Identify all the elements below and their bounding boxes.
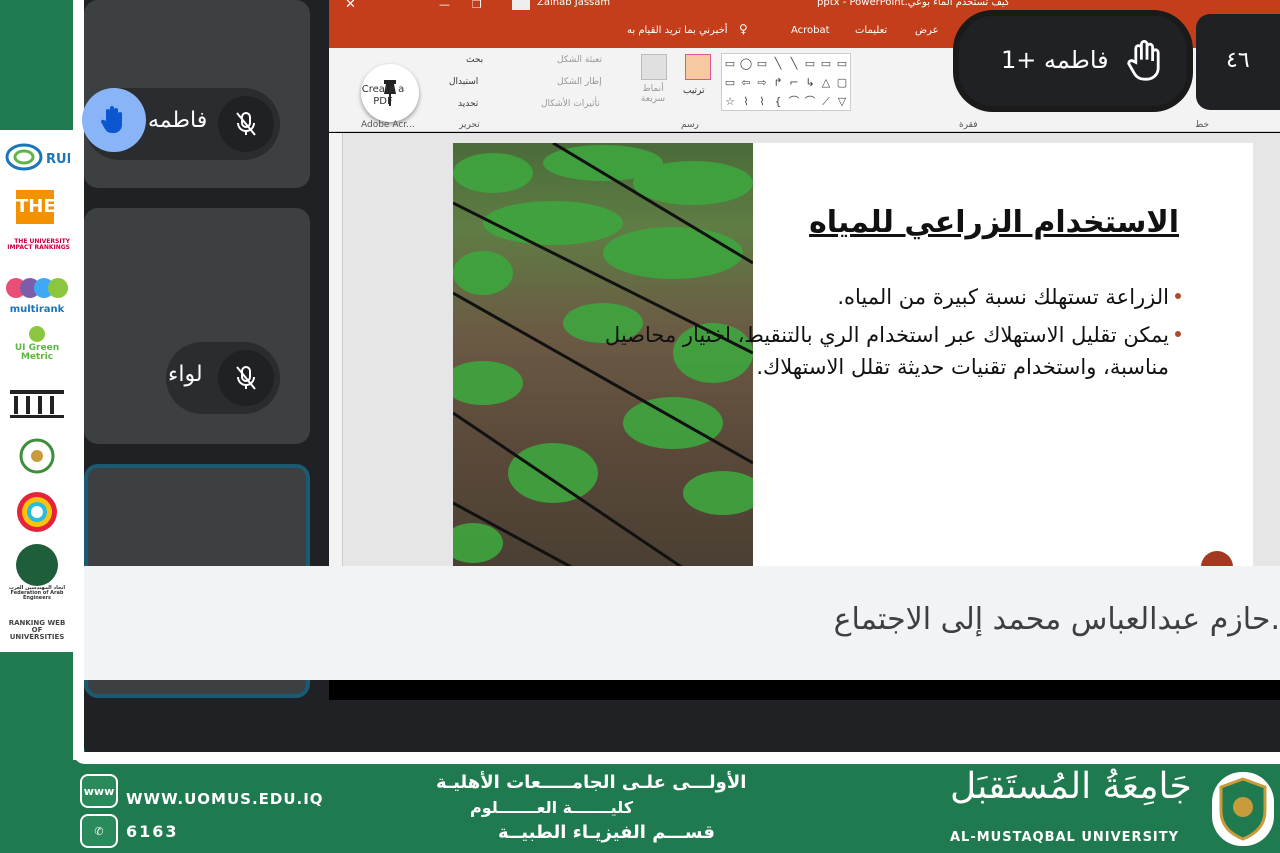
multirank-logo: multirank bbox=[4, 272, 70, 316]
participant-pill-2: لواء bbox=[166, 342, 280, 414]
federation-text-en: Federation of Arab Engineers bbox=[10, 590, 64, 601]
arrange-icon[interactable] bbox=[685, 54, 711, 80]
adobe-group-label: Adobe Acr... bbox=[361, 120, 415, 130]
paragraph-group-label: فقرة bbox=[959, 120, 978, 130]
multirank-text: multirank bbox=[10, 304, 65, 315]
user-avatar bbox=[512, 0, 530, 10]
sdg-logo bbox=[4, 490, 70, 534]
arrange-label: ترتيب bbox=[683, 86, 705, 96]
font-group-label: خط bbox=[1195, 120, 1210, 130]
footer-phone: 6163 bbox=[126, 822, 179, 841]
minimize-icon[interactable]: — bbox=[439, 0, 450, 11]
drawing-group-label: رسم bbox=[681, 120, 699, 130]
footer-college: كليـــــــة العـــــــلوم bbox=[470, 798, 634, 817]
frame-border-bottom bbox=[73, 752, 1280, 764]
select-button[interactable]: تحديد bbox=[458, 99, 478, 109]
ui-greenmetric-logo: UI Green Metric bbox=[4, 326, 70, 372]
slide-title: الاستخدام الزراعي للمياه bbox=[809, 205, 1179, 240]
tab-help[interactable]: تعليمات bbox=[855, 25, 887, 36]
university-footer: www WWW.UOMUS.EDU.IQ ✆ 6163 الأولـــى عل… bbox=[0, 764, 1280, 853]
pillars-logo bbox=[4, 386, 70, 422]
phone-icon: ✆ bbox=[80, 814, 118, 848]
slide-bullet-text: يمكن تقليل الاستهلاك عبر استخدام الري با… bbox=[604, 323, 1169, 379]
shape-outline-button[interactable]: إطار الشكل bbox=[557, 77, 602, 87]
edit-group-label: تحرير bbox=[459, 120, 480, 130]
slide-bullet: يمكن تقليل الاستهلاك عبر استخدام الري با… bbox=[581, 319, 1181, 383]
footer-website[interactable]: WWW.UOMUS.EDU.IQ bbox=[126, 790, 324, 808]
participant-name-2: لواء bbox=[168, 362, 203, 387]
webometrics-logo: RANKING WEB OF UNIVERSITIES bbox=[8, 619, 66, 641]
raised-hand-badge bbox=[82, 88, 146, 152]
slide-bullet: الزراعة تستهلك نسبة كبيرة من المياه. bbox=[581, 281, 1181, 313]
create-pdf-button[interactable]: Create a PDF bbox=[359, 84, 407, 108]
quick-styles-label: أنماط سريعة bbox=[640, 84, 666, 104]
greenmetric-text: UI Green Metric bbox=[14, 343, 60, 362]
raised-hands-pill[interactable]: فاطمه +1 bbox=[953, 10, 1193, 112]
shape-fill-button[interactable]: تعبئة الشكل bbox=[557, 55, 602, 65]
restore-icon[interactable]: ❐ bbox=[472, 0, 482, 11]
close-icon[interactable]: ✕ bbox=[345, 0, 356, 12]
slide-bullet-text: الزراعة تستهلك نسبة كبيرة من المياه. bbox=[837, 285, 1169, 309]
raised-hand-icon bbox=[100, 106, 122, 134]
slide-bullets: الزراعة تستهلك نسبة كبيرة من المياه. يمك… bbox=[581, 281, 1181, 383]
find-button[interactable]: بحث bbox=[466, 55, 483, 65]
rur-logo: RUR bbox=[4, 138, 77, 178]
federation-arab-engineers-logo: اتحاد المهندسين العرب Federation of Arab… bbox=[4, 544, 70, 608]
tab-view[interactable]: عرض bbox=[915, 25, 939, 36]
tab-acrobat[interactable]: Acrobat bbox=[791, 25, 830, 36]
participant-count-box[interactable]: ٤٦ bbox=[1196, 14, 1280, 110]
ppt-username: Zainab Jassam bbox=[537, 0, 611, 8]
university-crest-logo bbox=[1212, 772, 1274, 846]
slide-canvas: الاستخدام الزراعي للمياه الزراعة تستهلك … bbox=[329, 133, 1280, 583]
university-name-en: AL-MUSTAQBAL UNIVERSITY bbox=[950, 830, 1180, 845]
ppt-window-title: كيف تستخدم الماء بوعي.pptx - PowerPoint bbox=[817, 0, 1010, 8]
ppt-tellme-search[interactable]: أخبرني بما تريد القيام به bbox=[627, 25, 728, 36]
the-logo: THE bbox=[16, 190, 56, 224]
ranking-logos-panel: RUR THE THE UNIVERSITY IMPACT RANKINGS m… bbox=[0, 130, 77, 652]
arab-universities-logo bbox=[4, 436, 70, 480]
join-notification: حازم عبدالعباس محمد إلى الاجتماع. bbox=[84, 566, 1280, 680]
raised-hands-label: فاطمه +1 bbox=[1001, 46, 1109, 74]
shape-effects-button[interactable]: تأثيرات الأشكال bbox=[541, 99, 600, 109]
the-impact-logo: THE UNIVERSITY IMPACT RANKINGS bbox=[7, 238, 70, 251]
footer-department: قســـم الفيزيـاء الطبيــة bbox=[498, 822, 715, 843]
participant-name-1: فاطمه bbox=[148, 108, 208, 133]
mic-off-icon bbox=[218, 350, 274, 406]
quick-styles-icon[interactable] bbox=[641, 54, 667, 80]
replace-button[interactable]: استبدال bbox=[449, 77, 478, 87]
vertical-scrollbar[interactable] bbox=[329, 133, 343, 569]
footer-tagline: الأولـــى علـى الجامـــــعات الأهليـة bbox=[436, 772, 747, 793]
www-icon: www bbox=[80, 774, 118, 808]
participant-count: ٤٦ bbox=[1226, 48, 1250, 73]
raised-hand-icon bbox=[1127, 40, 1160, 81]
join-notification-text: حازم عبدالعباس محمد إلى الاجتماع. bbox=[833, 602, 1280, 637]
mic-off-icon bbox=[218, 96, 274, 152]
lightbulb-icon: ♀ bbox=[739, 22, 748, 36]
university-name-ar: جَامِعَةُ المُستَقبَل bbox=[950, 766, 1192, 807]
slide: الاستخدام الزراعي للمياه الزراعة تستهلك … bbox=[453, 143, 1253, 583]
rur-text: RUR bbox=[46, 152, 70, 167]
participant-pill-1: فاطمه bbox=[82, 88, 280, 160]
shapes-gallery[interactable]: ▭ ◯ ▭ ╲ ╲ ▭ ▭ ▭ ▭ ⇦ ⇨ ↱ ⌐ ↳ △ ▢ ☆ ⌇ ⌇{⌒ ⌒ ⟋ ▽ bbox=[721, 53, 851, 111]
